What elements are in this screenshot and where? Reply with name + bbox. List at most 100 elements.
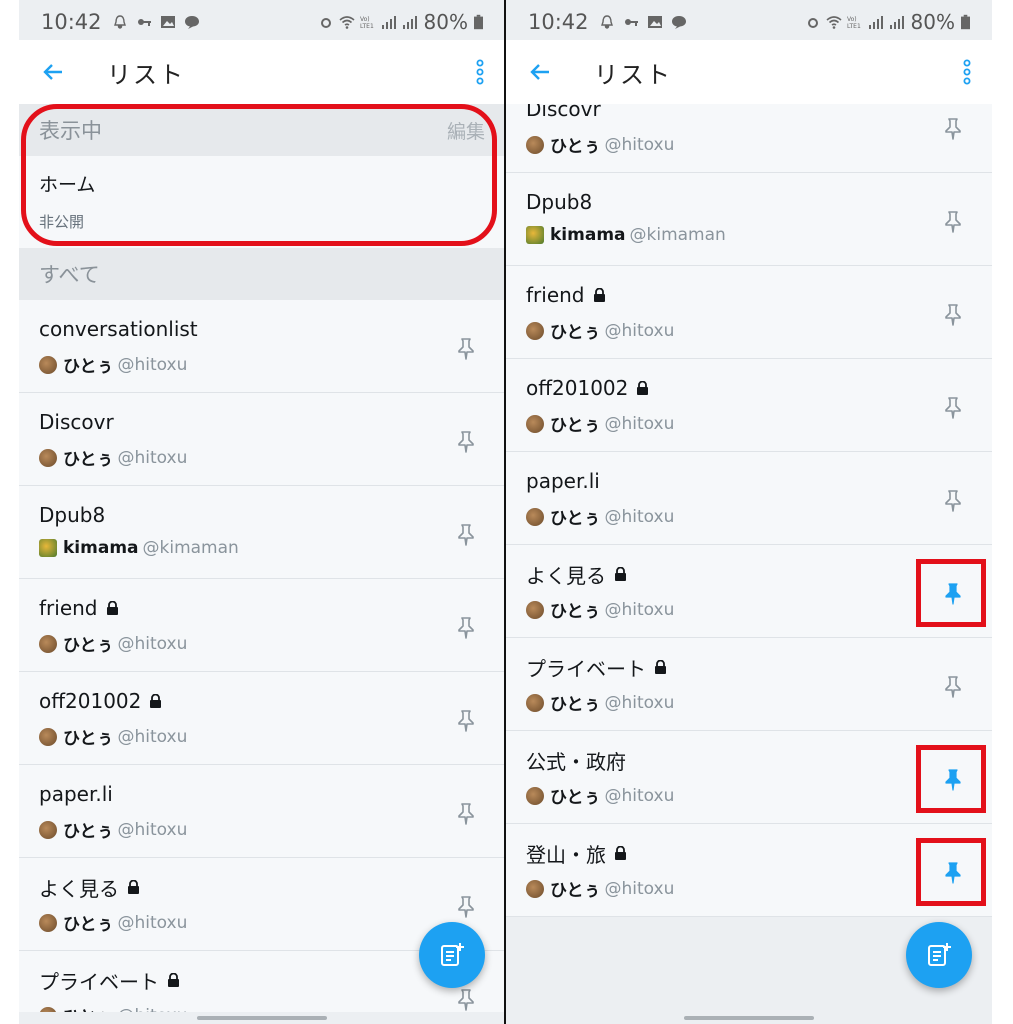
avatar	[526, 321, 544, 340]
pin-outline-icon	[458, 896, 474, 918]
list-name: paper.li	[39, 782, 113, 806]
lock-icon	[593, 288, 605, 302]
visible-section-header: 表示中 編集	[19, 104, 505, 156]
all-section-header: すべて	[19, 248, 505, 300]
home-handle[interactable]	[684, 1016, 814, 1020]
left-screen: 10:42 Vo) LTE1 80% リスト 表示中 編集 ホーム 非公開 すべ…	[19, 0, 505, 1024]
list-name: friend	[526, 283, 585, 307]
pin-button[interactable]	[940, 674, 966, 700]
list-name: Dpub8	[39, 503, 106, 527]
svg-text:LTE1: LTE1	[847, 23, 861, 30]
battery-percent: 80%	[910, 10, 955, 34]
list-item[interactable]: 公式・政府 ひとぅ @hitoxu	[506, 731, 992, 824]
list-item[interactable]: conversationlist ひとぅ @hitoxu	[19, 300, 505, 393]
list-content[interactable]: 表示中 編集 ホーム 非公開 すべて conversationlist ひとぅ @h…	[19, 104, 505, 1012]
pin-button[interactable]	[940, 302, 966, 328]
edit-button[interactable]: 編集	[447, 117, 485, 144]
owner-handle: @kimaman	[629, 225, 726, 245]
notification-bell-icon	[113, 15, 126, 29]
overflow-menu-button[interactable]	[952, 40, 982, 104]
list-name: conversationlist	[39, 317, 198, 341]
list-item[interactable]: paper.li ひとぅ @hitoxu	[506, 452, 992, 545]
more-vertical-icon	[963, 59, 971, 85]
pin-button[interactable]	[453, 615, 479, 641]
owner-handle: @hitoxu	[604, 692, 675, 713]
list-content[interactable]: Discovr ひとぅ @hitoxu Dpub8 kimama @kimaman frie…	[506, 104, 992, 1012]
notification-bell-icon	[600, 15, 613, 29]
pin-button[interactable]	[453, 522, 479, 548]
owner-handle: @kimaman	[142, 538, 239, 558]
new-list-icon	[441, 943, 464, 966]
unpin-button[interactable]	[940, 767, 966, 793]
avatar	[526, 879, 544, 898]
avatar	[39, 913, 57, 932]
pin-button[interactable]	[453, 336, 479, 362]
pin-button[interactable]	[453, 894, 479, 920]
list-name: 公式・政府	[526, 749, 626, 774]
list-item[interactable]: friend ひとぅ @hitoxu	[19, 579, 505, 672]
pin-button[interactable]	[453, 708, 479, 734]
avatar	[39, 448, 57, 467]
list-item[interactable]: Discovr ひとぅ @hitoxu	[506, 104, 992, 173]
pin-button[interactable]	[940, 209, 966, 235]
list-owner: ひとぅ@hitoxu	[526, 504, 972, 529]
page-title: リスト	[594, 60, 672, 89]
back-button[interactable]	[21, 40, 85, 104]
page-title: リスト	[107, 60, 185, 89]
key-icon	[137, 19, 151, 26]
list-item[interactable]: Discovr ひとぅ @hitoxu	[19, 393, 505, 486]
owner-name: ひとぅ	[63, 636, 114, 656]
list-item[interactable]: Dpub8 kimama @kimaman	[19, 486, 505, 579]
list-item[interactable]: よく見る ひとぅ @hitoxu	[506, 545, 992, 638]
home-handle[interactable]	[197, 1016, 327, 1020]
compose-fab[interactable]	[906, 922, 972, 988]
lock-icon	[655, 660, 666, 674]
pin-button[interactable]	[940, 395, 966, 421]
chat-bubble-icon	[184, 16, 199, 29]
avatar	[526, 786, 544, 805]
alarm-icon	[807, 18, 818, 28]
pin-outline-icon	[458, 524, 474, 546]
owner-name: ひとぅ	[550, 881, 601, 901]
avatar	[526, 226, 544, 244]
list-item[interactable]: off201002 ひとぅ @hitoxu	[19, 672, 505, 765]
battery-icon	[474, 14, 483, 30]
list-item[interactable]: プライベートひとぅ@hitoxu	[506, 638, 992, 731]
list-item[interactable]: paper.li ひとぅ @hitoxu	[19, 765, 505, 858]
list-owner: ひとぅ@hitoxu	[526, 132, 972, 157]
lock-icon	[106, 601, 118, 615]
back-arrow-icon	[43, 64, 62, 80]
gesture-bar	[19, 1012, 505, 1024]
svg-text:LTE1: LTE1	[360, 23, 374, 30]
list-item[interactable]: Dpub8 kimama @kimaman	[506, 173, 992, 266]
battery-icon	[961, 14, 970, 30]
pin-outline-icon	[458, 803, 474, 825]
list-name: 登山・旅	[526, 842, 606, 867]
owner-name: kimama	[550, 225, 626, 245]
lock-icon	[637, 381, 649, 395]
list-item[interactable]: friend ひとぅ @hitoxu	[506, 266, 992, 359]
image-icon	[160, 16, 175, 28]
home-list-item[interactable]: ホーム 非公開	[19, 156, 505, 248]
lock-icon	[615, 567, 626, 581]
pin-button[interactable]	[453, 801, 479, 827]
pin-button[interactable]	[453, 429, 479, 455]
owner-name: ひとぅ	[63, 729, 114, 749]
pin-outline-icon	[458, 431, 474, 453]
avatar	[526, 414, 544, 433]
owner-name: ひとぅ	[550, 509, 601, 529]
pin-button[interactable]	[940, 116, 966, 142]
pin-button[interactable]	[453, 987, 479, 1012]
overflow-menu-button[interactable]	[465, 40, 495, 104]
list-item[interactable]: off201002 ひとぅ @hitoxu	[506, 359, 992, 452]
compose-fab[interactable]	[419, 922, 485, 988]
pin-button[interactable]	[940, 488, 966, 514]
owner-handle: @hitoxu	[117, 633, 188, 654]
list-item[interactable]: 登山・旅ひとぅ @hitoxu	[506, 824, 992, 917]
unpin-button[interactable]	[940, 581, 966, 607]
owner-handle: @hitoxu	[604, 878, 675, 899]
owner-handle: @hitoxu	[117, 726, 188, 747]
unpin-button[interactable]	[940, 860, 966, 886]
owner-name: kimama	[63, 538, 139, 558]
back-button[interactable]	[508, 40, 572, 104]
